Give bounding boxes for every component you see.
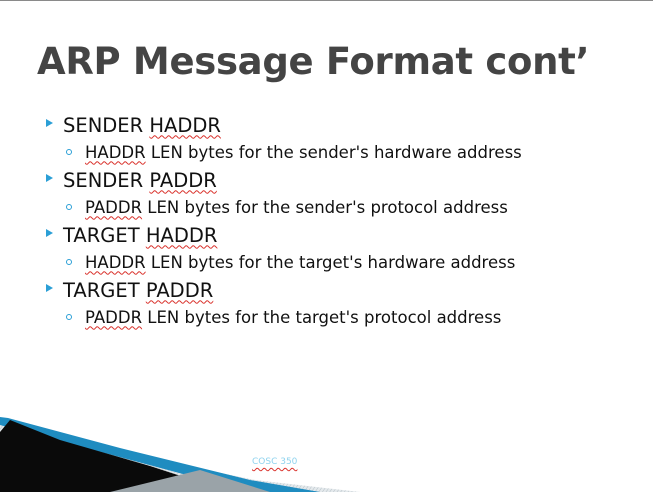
slide-decoration bbox=[0, 417, 360, 492]
slide-footer: COSC 350 bbox=[252, 457, 298, 467]
